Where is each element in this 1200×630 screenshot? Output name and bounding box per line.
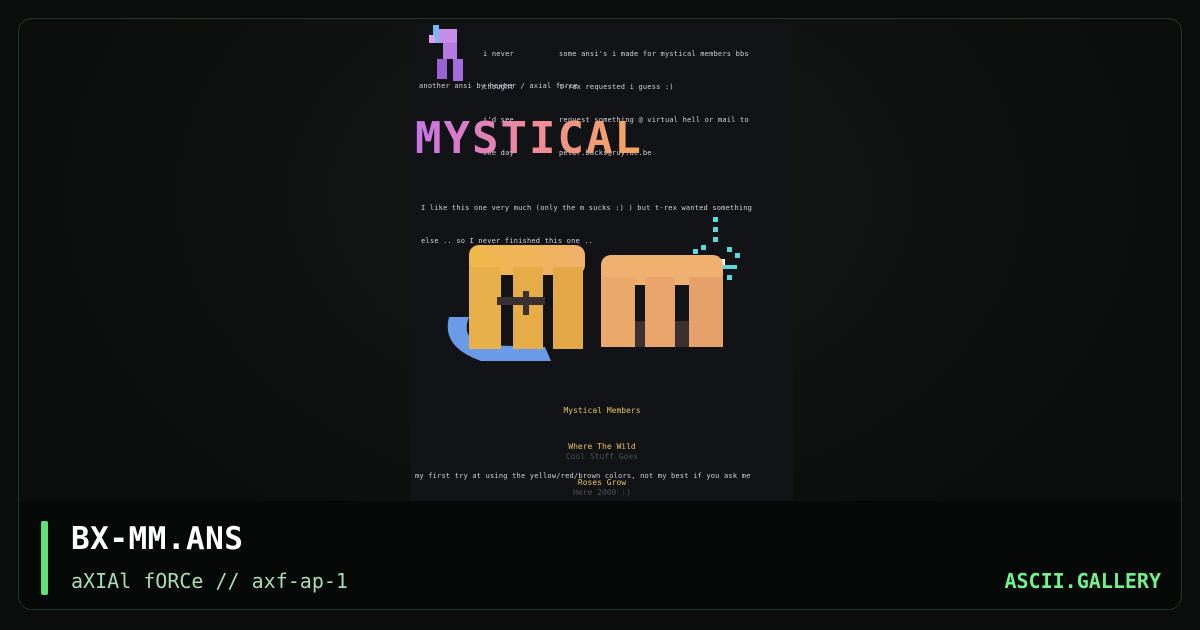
ansi-artwork: i never thought i'd see the day some ans… <box>411 25 793 501</box>
file-title: BX-MM.ANS <box>71 521 244 557</box>
preview-card: i never thought i'd see the day some ans… <box>18 18 1182 610</box>
credit-line: another ansi by hexter / axial force <box>419 82 578 90</box>
site-brand-link[interactable]: ASCII.GALLERY <box>1004 569 1161 593</box>
mystical-logo-word: MYSTICAL <box>415 113 643 163</box>
footer-comment: my first try at using the yellow/red/bro… <box>415 472 751 480</box>
dim-text: Cool Stuff Goes Here 2000 :) <box>565 452 639 497</box>
accent-bar <box>41 521 48 595</box>
mystical-logo: MYSTICAL <box>415 113 643 163</box>
group-subtitle: aXIAl fORCe // axf-ap-1 <box>71 569 348 593</box>
info-bar: BX-MM.ANS aXIAl fORCe // axf-ap-1 ASCII.… <box>19 501 1181 609</box>
pixel-figure-icon <box>429 25 463 81</box>
mm-logo <box>447 245 723 361</box>
